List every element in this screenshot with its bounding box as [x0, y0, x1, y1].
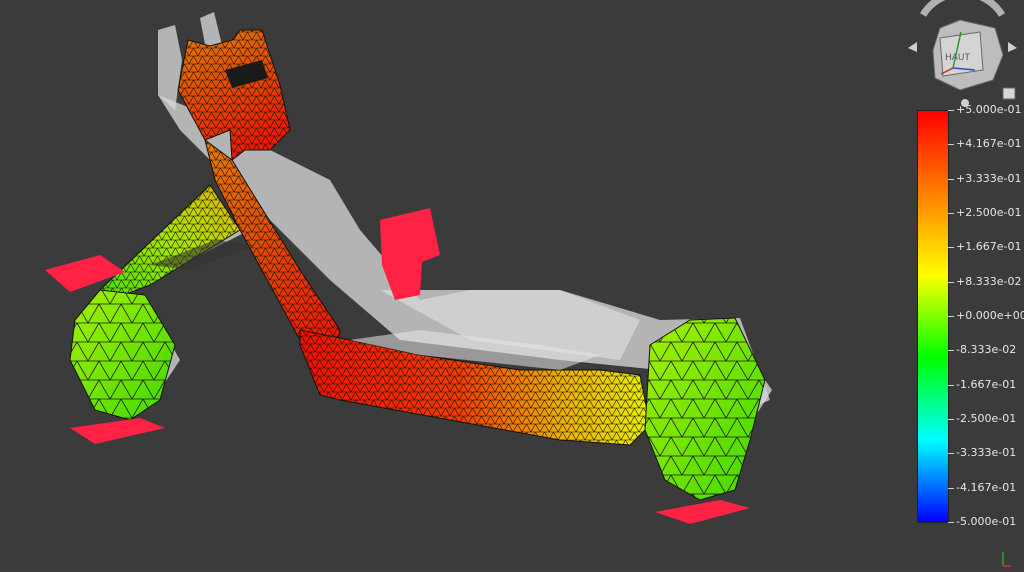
view-cube[interactable]: HAUT	[905, 0, 1020, 108]
home-view-icon[interactable]	[1002, 87, 1016, 100]
colorbar-tick-label: -3.333e-01	[956, 446, 1017, 460]
colorbar-tick-label: -4.167e-01	[956, 480, 1017, 494]
right-support-block	[644, 317, 766, 501]
colorbar-tick-label: -5.000e-01	[956, 515, 1017, 528]
colorbar-tick-mark	[948, 247, 954, 249]
colorbar-tick-mark	[948, 384, 954, 386]
colorbar-tick-label: -8.333e-02	[956, 343, 1017, 357]
colorbar-tick-label: +0.000e+00	[956, 309, 1024, 322]
colorbar-tick-label: +4.167e-01	[956, 137, 1022, 151]
colorbar-tick-mark	[948, 419, 954, 420]
colorbar-tick-mark	[948, 487, 954, 489]
colorbar-tick-label: +2.500e-01	[956, 206, 1022, 219]
rotate-right-arrow-icon[interactable]	[1008, 42, 1017, 52]
colorbar-tick-mark	[948, 453, 954, 455]
colorbar-tick-label: -1.667e-01	[956, 377, 1017, 391]
colorbar-tick-label: +5.000e-01	[956, 103, 1022, 116]
fixed-support-right	[655, 500, 750, 524]
colorbar-tick-mark	[948, 178, 954, 180]
colorbar-tick-label: +3.333e-01	[956, 171, 1022, 185]
colorbar-tick-mark	[948, 350, 954, 352]
axis-triad	[1002, 552, 1011, 567]
colorbar-tick-mark	[948, 213, 954, 214]
colorbar-tick-mark	[948, 316, 954, 317]
colorbar-tick-mark	[948, 522, 954, 523]
colorbar	[917, 110, 949, 523]
colorbar-tick-label: -2.500e-01	[956, 412, 1017, 425]
colorbar-tick-label: +8.333e-02	[956, 274, 1022, 288]
rotate-left-arrow-icon[interactable]	[908, 42, 917, 52]
left-support-block	[69, 289, 176, 421]
colorbar-tick-mark	[948, 144, 954, 146]
colorbar-tick-mark	[948, 110, 954, 111]
3d-viewport[interactable]	[0, 0, 1024, 572]
view-cube-face-label: HAUT	[945, 53, 971, 63]
fixed-support-left	[70, 418, 165, 444]
colorbar-tick-mark	[948, 281, 954, 283]
colorbar-tick-label: +1.667e-01	[956, 240, 1022, 254]
